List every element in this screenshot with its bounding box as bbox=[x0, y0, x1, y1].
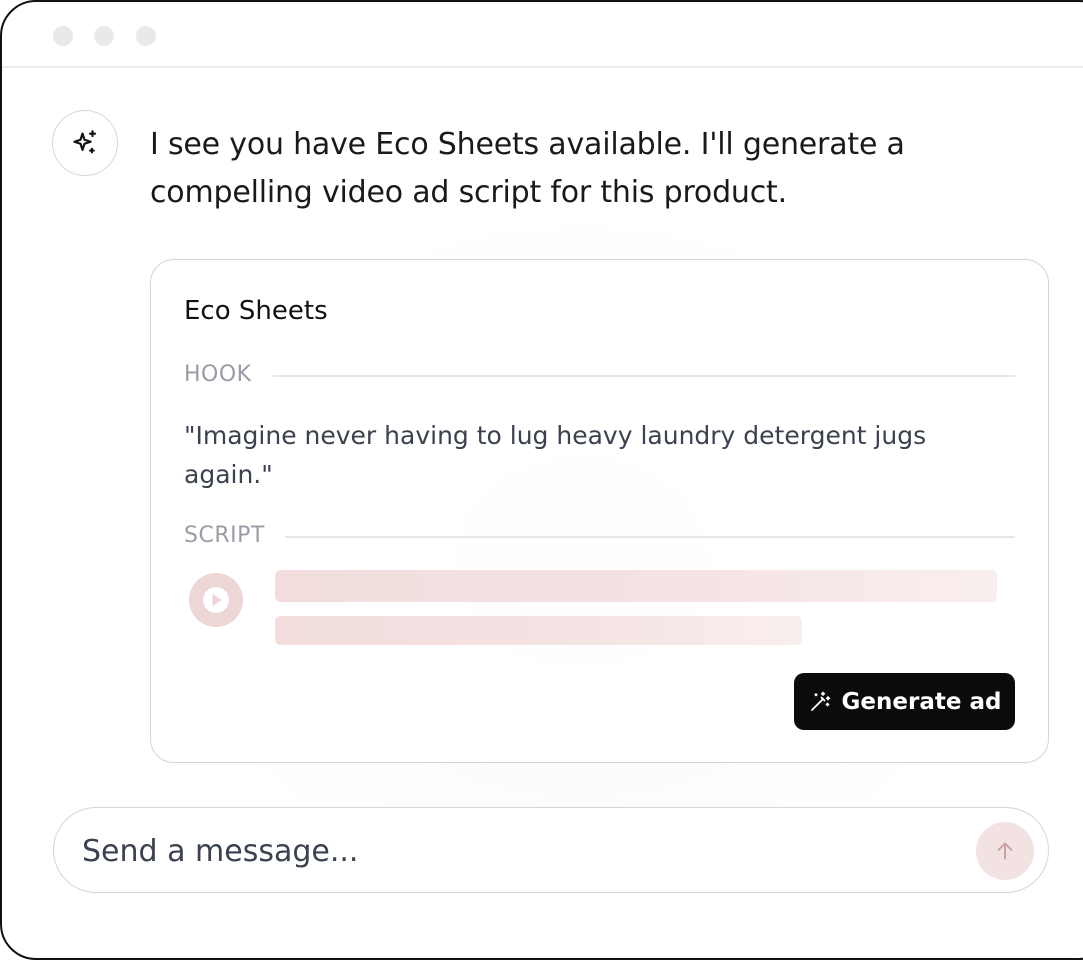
hook-divider bbox=[273, 375, 1015, 377]
assistant-message-line: I see you have Eco Sheets available. I'l… bbox=[150, 127, 905, 162]
ad-script-card: Eco Sheets HOOK "Imagine never having to… bbox=[150, 259, 1049, 763]
generate-ad-button[interactable]: Generate ad bbox=[794, 673, 1015, 730]
sparkles-icon bbox=[73, 130, 97, 154]
script-divider bbox=[285, 536, 1015, 538]
play-icon bbox=[203, 587, 229, 613]
window-maximize-button[interactable] bbox=[136, 26, 156, 46]
hook-label: HOOK bbox=[184, 362, 252, 387]
window-minimize-button[interactable] bbox=[94, 26, 114, 46]
script-loading-placeholder bbox=[275, 616, 802, 645]
magic-wand-icon bbox=[810, 691, 830, 711]
send-button[interactable] bbox=[976, 822, 1034, 880]
play-button[interactable] bbox=[189, 573, 243, 627]
message-composer bbox=[53, 807, 1049, 893]
assistant-avatar bbox=[52, 110, 118, 176]
script-label: SCRIPT bbox=[184, 523, 265, 548]
hook-text: "Imagine never having to lug heavy laund… bbox=[184, 421, 927, 489]
app-window: I see you have Eco Sheets available. I'l… bbox=[0, 0, 1083, 960]
script-loading-placeholder bbox=[275, 570, 997, 602]
window-close-button[interactable] bbox=[53, 26, 73, 46]
message-input[interactable] bbox=[80, 828, 954, 874]
product-name: Eco Sheets bbox=[184, 296, 328, 326]
assistant-message: I see you have Eco Sheets available. I'l… bbox=[150, 121, 1010, 217]
arrow-up-icon bbox=[997, 842, 1013, 860]
assistant-message-line: compelling video ad script for this prod… bbox=[150, 175, 787, 210]
title-bar bbox=[2, 2, 1083, 68]
generate-ad-label: Generate ad bbox=[841, 688, 1002, 715]
